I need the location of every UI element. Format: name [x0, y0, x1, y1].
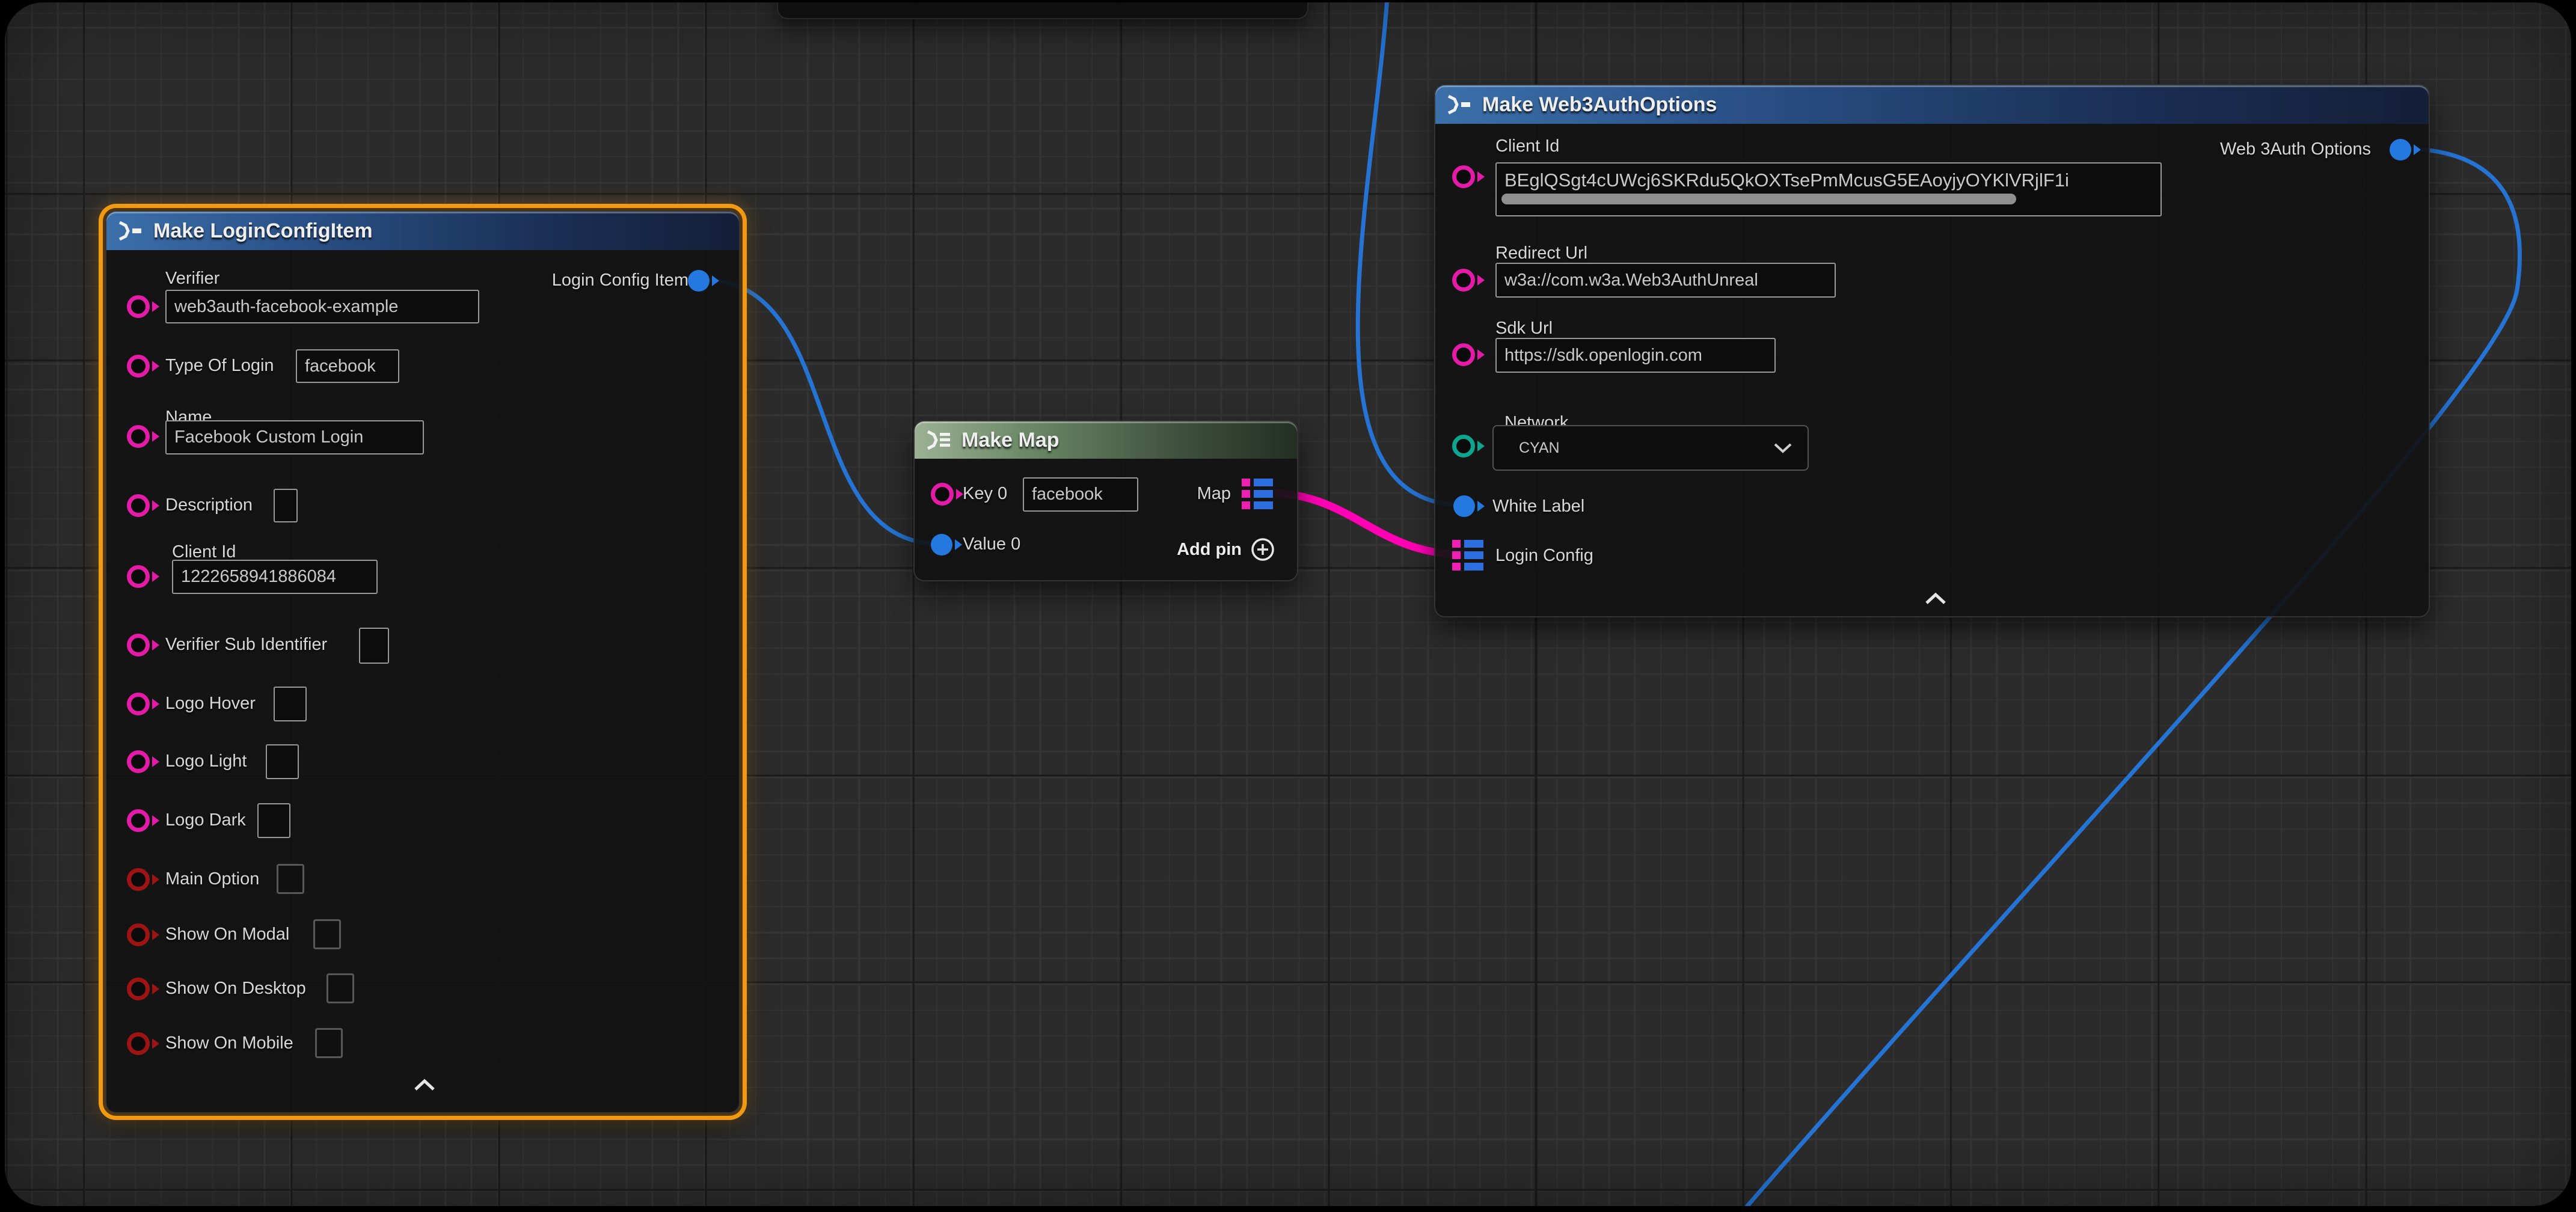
node-header-make-web3authoptions[interactable]: Make Web3AuthOptions [1435, 85, 2429, 124]
checkbox-main-option[interactable] [277, 864, 304, 894]
blueprint-graph-canvas[interactable]: Make LoginConfigItem Login Config Item V… [5, 2, 2571, 1206]
pin-name[interactable] [127, 425, 150, 448]
pin-web3auth-options-out[interactable] [2390, 139, 2411, 161]
field-type-of-login[interactable]: facebook [296, 349, 399, 383]
pin-label-white-label: White Label [1492, 497, 1584, 516]
pin-logo-dark[interactable] [127, 809, 150, 832]
network-dropdown[interactable]: CYAN [1492, 425, 1809, 471]
pin-type-of-login[interactable] [127, 355, 150, 378]
pin-logo-hover[interactable] [127, 693, 150, 715]
node-header-make-map[interactable]: Make Map [915, 421, 1297, 459]
pin-label-type-of-login: Type Of Login [165, 356, 274, 376]
pin-main-option[interactable] [127, 868, 150, 891]
pin-login-config[interactable] [1452, 540, 1483, 571]
pin-label-show-on-modal: Show On Modal [165, 925, 289, 944]
output-label-web3auth-options: Web 3Auth Options [2220, 139, 2371, 159]
output-label-login-config-item: Login Config Item [552, 271, 688, 290]
pin-label-login-config: Login Config [1495, 546, 1593, 566]
field-redirect-url[interactable]: w3a://com.w3a.Web3AuthUnreal [1495, 263, 1836, 298]
field-key0[interactable]: facebook [1023, 477, 1138, 512]
pin-map-out[interactable] [1242, 479, 1273, 509]
field-logo-hover[interactable] [274, 687, 307, 721]
pin-key0[interactable] [931, 483, 954, 506]
pin-client-id[interactable] [127, 565, 150, 588]
node-title: Make Web3AuthOptions [1482, 93, 1717, 117]
pin-client-id[interactable] [1452, 165, 1475, 188]
add-pin-button[interactable]: Add pin [1177, 537, 1275, 562]
field-verifier[interactable]: web3auth-facebook-example [165, 290, 479, 323]
chevron-down-icon [1773, 442, 1793, 454]
pin-verifier-sub-identifier[interactable] [127, 634, 150, 656]
pin-verifier[interactable] [127, 295, 150, 318]
pin-label-logo-dark: Logo Dark [165, 810, 246, 830]
network-dropdown-value: CYAN [1519, 439, 1560, 457]
field-client-id-scrollbar[interactable] [1501, 194, 2016, 204]
pin-label-value0: Value 0 [963, 534, 1020, 554]
node-make-map[interactable]: Make Map Key 0 facebook Map Value 0 Add … [913, 420, 1298, 581]
node-header-make-loginconfigitem[interactable]: Make LoginConfigItem [106, 212, 739, 250]
field-client-id[interactable]: 1222658941886084 [172, 560, 378, 594]
pin-show-on-modal[interactable] [127, 923, 150, 946]
field-name[interactable]: Facebook Custom Login [165, 420, 424, 454]
collapse-node-chevron[interactable] [412, 1079, 437, 1092]
make-struct-icon [116, 221, 144, 241]
pin-label-show-on-desktop: Show On Desktop [165, 979, 306, 999]
pin-show-on-mobile[interactable] [127, 1032, 150, 1055]
node-title: Make LoginConfigItem [153, 219, 373, 243]
pin-redirect-url[interactable] [1452, 269, 1475, 292]
pin-network[interactable] [1452, 435, 1475, 458]
pin-login-config-item-out[interactable] [688, 270, 710, 292]
offscreen-node-bottom[interactable] [777, 2, 1308, 19]
pin-value0[interactable] [931, 534, 952, 556]
output-label-map: Map [1197, 484, 1231, 504]
pin-label-verifier: Verifier [165, 269, 219, 289]
pin-label-sdk-url: Sdk Url [1495, 319, 1553, 338]
pin-show-on-desktop[interactable] [127, 978, 150, 1000]
pin-label-verifier-sub-identifier: Verifier Sub Identifier [165, 635, 327, 655]
field-client-id[interactable]: BEglQSgt4cUWcj6SKRdu5QkOXTsePmMcusG5EAoy… [1495, 162, 2162, 216]
field-verifier-sub-identifier[interactable] [359, 628, 389, 664]
pin-description[interactable] [127, 494, 150, 517]
field-sdk-url[interactable]: https://sdk.openlogin.com [1495, 338, 1776, 373]
pin-label-logo-hover: Logo Hover [165, 694, 256, 714]
checkbox-show-on-desktop[interactable] [327, 973, 354, 1003]
pin-label-redirect-url: Redirect Url [1495, 243, 1587, 263]
pin-label-main-option: Main Option [165, 869, 259, 889]
make-struct-icon [1445, 94, 1473, 115]
node-make-web3authoptions[interactable]: Make Web3AuthOptions Web 3Auth Options C… [1434, 84, 2430, 617]
node-make-loginconfigitem[interactable]: Make LoginConfigItem Login Config Item V… [105, 210, 740, 1113]
collapse-node-chevron[interactable] [1924, 592, 1948, 605]
pin-label-client-id: Client Id [1495, 136, 1559, 156]
add-pin-plus-icon [1250, 537, 1275, 562]
pin-label-show-on-mobile: Show On Mobile [165, 1033, 293, 1053]
pin-logo-light[interactable] [127, 750, 150, 773]
pin-label-logo-light: Logo Light [165, 751, 247, 771]
field-logo-light[interactable] [266, 744, 299, 779]
checkbox-show-on-mobile[interactable] [315, 1028, 343, 1058]
make-map-icon [924, 430, 952, 450]
pin-label-key0: Key 0 [963, 484, 1007, 504]
checkbox-show-on-modal[interactable] [313, 919, 341, 949]
pin-white-label[interactable] [1453, 495, 1475, 517]
field-description[interactable] [274, 489, 298, 522]
field-logo-dark[interactable] [257, 803, 290, 838]
add-pin-label: Add pin [1177, 540, 1242, 560]
pin-label-description: Description [165, 495, 253, 515]
pin-sdk-url[interactable] [1452, 343, 1475, 366]
node-title: Make Map [961, 429, 1060, 452]
